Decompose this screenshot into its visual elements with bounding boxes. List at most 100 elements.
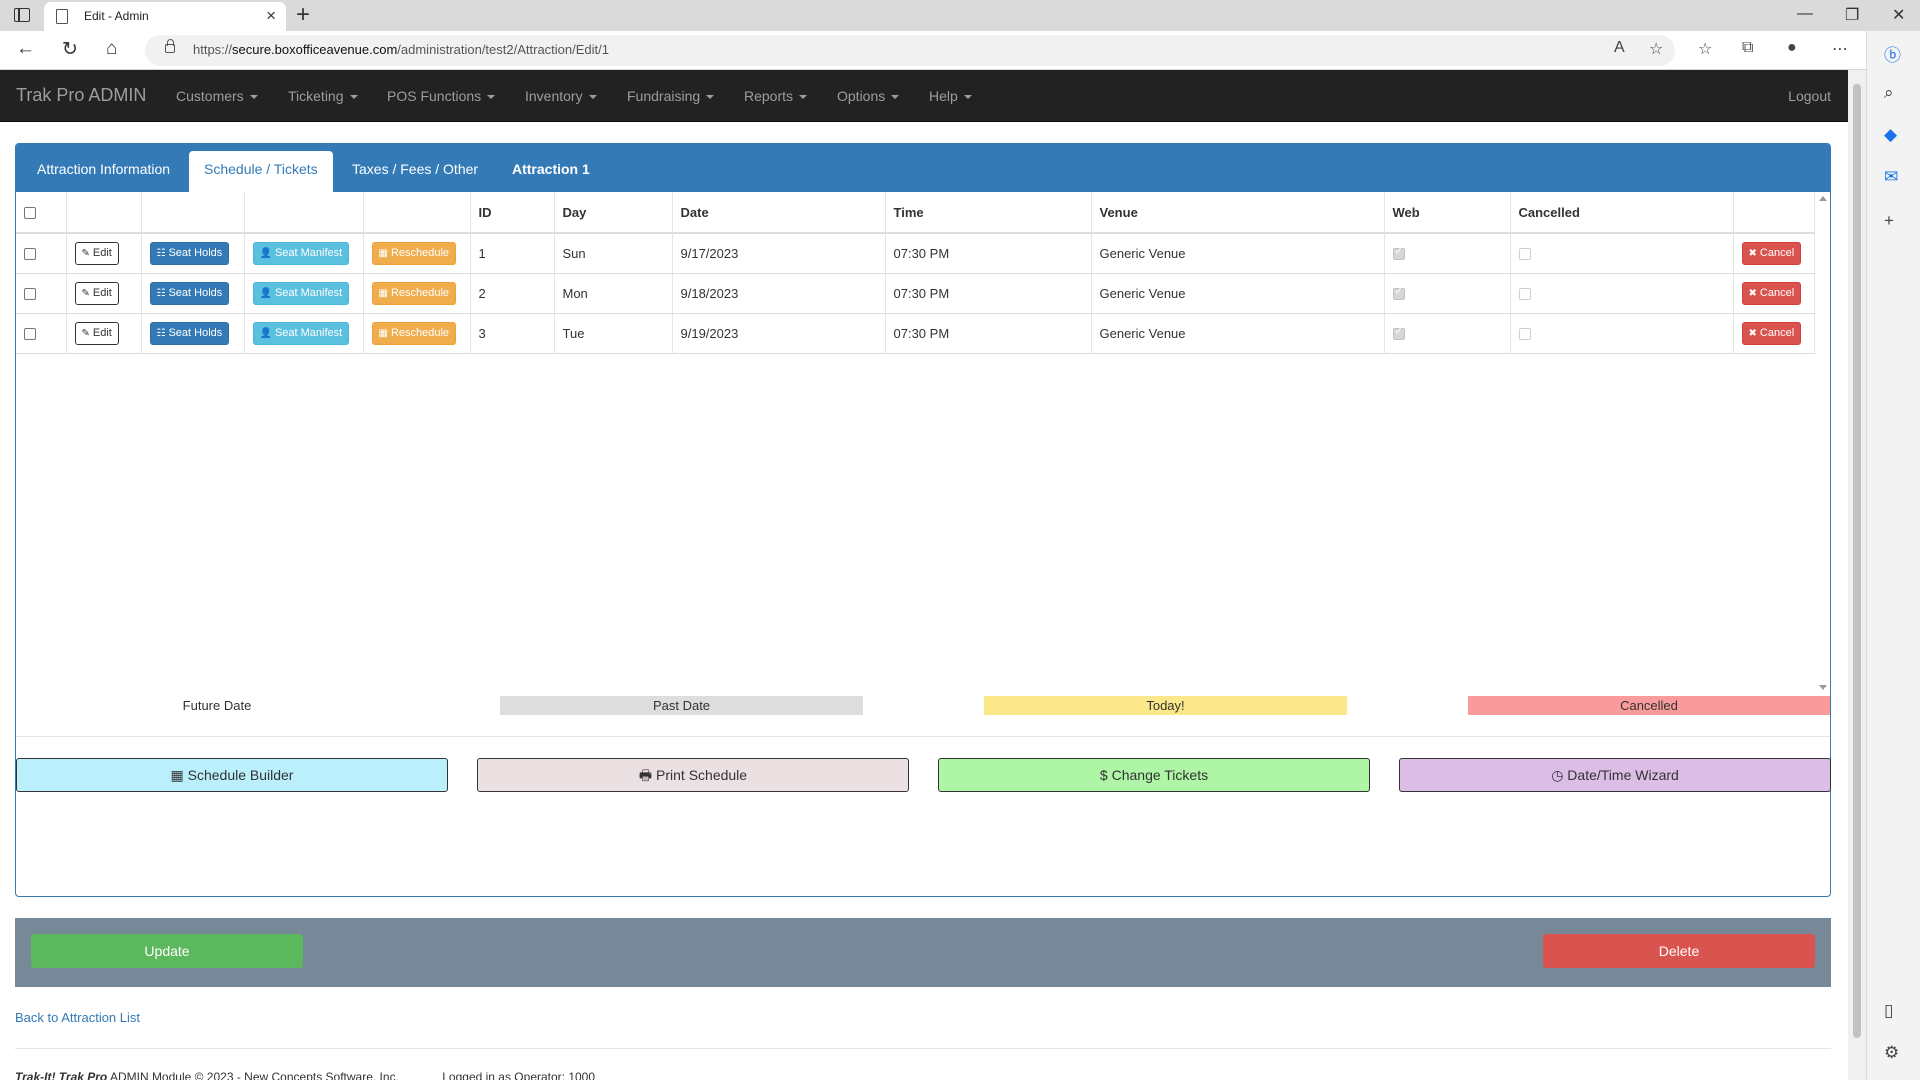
tab-actions-icon[interactable] — [14, 8, 30, 22]
home-icon[interactable]: ⌂ — [106, 38, 117, 60]
copilot-icon[interactable]: ⓑ — [1884, 41, 1901, 66]
edit-button[interactable]: ✎ Edit — [74, 241, 119, 265]
select-all-checkbox[interactable] — [24, 207, 36, 220]
add-icon[interactable]: + — [1884, 211, 1894, 231]
close-window-icon[interactable]: ✕ — [1892, 5, 1905, 25]
edit-button[interactable]: ✎ Edit — [74, 281, 119, 305]
new-tab-icon[interactable]: + — [296, 1, 310, 29]
update-button[interactable]: Update — [31, 934, 303, 968]
reschedule-button[interactable]: ▦ Reschedule — [371, 241, 457, 265]
minimize-icon[interactable]: — — [1797, 5, 1813, 23]
menu-label: Reports — [744, 88, 794, 104]
menu-ticketing[interactable]: Ticketing — [288, 88, 358, 104]
cancelled-cell — [1510, 233, 1734, 274]
menu-fundraising[interactable]: Fundraising — [627, 88, 715, 104]
menu-pos-functions[interactable]: POS Functions — [387, 88, 496, 104]
close-tab-icon[interactable]: × — [266, 6, 276, 26]
profile-icon[interactable]: ● — [1787, 39, 1797, 57]
back-icon[interactable]: ← — [16, 38, 35, 60]
tab-schedule-tickets[interactable]: Schedule / Tickets — [189, 151, 333, 192]
datetime-wizard-button[interactable]: ◷ Date/Time Wizard — [1399, 758, 1831, 792]
more-icon[interactable]: ⋯ — [1832, 39, 1848, 59]
menu-inventory[interactable]: Inventory — [525, 88, 597, 104]
back-to-attraction-list-link[interactable]: Back to Attraction List — [15, 1010, 140, 1025]
header-id[interactable]: ID — [470, 192, 555, 234]
print-schedule-button[interactable]: 🖶 Print Schedule — [477, 758, 909, 792]
user-icon: 👤 — [259, 247, 272, 259]
seat-holds-button[interactable]: ☷ Seat Holds — [149, 321, 230, 345]
url-path: /administration/test2/Attraction/Edit/1 — [397, 42, 609, 57]
browser-tab[interactable]: Edit - Admin × — [44, 2, 286, 31]
favorite-icon[interactable]: ☆ — [1649, 39, 1663, 59]
collections-icon[interactable]: ⧉ — [1742, 39, 1753, 57]
scroll-up-icon[interactable] — [1819, 196, 1827, 201]
sidebar-toggle-icon[interactable]: ▯ — [1884, 1001, 1893, 1021]
attraction-panel: Attraction Information Schedule / Ticket… — [15, 143, 1831, 897]
menu-options[interactable]: Options — [837, 88, 900, 104]
tab-attraction-information[interactable]: Attraction Information — [37, 161, 170, 177]
panel-tabs: Attraction Information Schedule / Ticket… — [16, 144, 1830, 192]
header-web[interactable]: Web — [1384, 192, 1511, 234]
cancel-cell: ✖ Cancel — [1733, 233, 1815, 274]
grid-scrollbar[interactable] — [1816, 192, 1830, 696]
edit-cell: ✎ Edit — [66, 233, 142, 274]
menu-label: Customers — [176, 88, 244, 104]
row-checkbox[interactable] — [24, 288, 36, 301]
cancel-button[interactable]: ✖ Cancel — [1741, 281, 1802, 305]
scroll-thumb[interactable] — [1853, 84, 1861, 1038]
tab-taxes-fees-other[interactable]: Taxes / Fees / Other — [352, 161, 478, 177]
legend-past-date: Past Date — [500, 696, 863, 715]
logout-link[interactable]: Logout — [1788, 88, 1831, 104]
holds-cell: ☷ Seat Holds — [141, 233, 245, 274]
seat-holds-button[interactable]: ☷ Seat Holds — [149, 241, 230, 265]
refresh-icon[interactable]: ↻ — [62, 38, 78, 61]
schedule-builder-button[interactable]: ▦ Schedule Builder — [16, 758, 448, 792]
edit-button[interactable]: ✎ Edit — [74, 321, 119, 345]
header-cancelled[interactable]: Cancelled — [1510, 192, 1734, 234]
web-cell — [1384, 273, 1511, 314]
brand[interactable]: Trak Pro ADMIN — [16, 85, 146, 106]
settings-icon[interactable]: ⚙ — [1884, 1043, 1899, 1063]
web-checkbox — [1392, 286, 1405, 301]
page-scrollbar[interactable] — [1848, 70, 1866, 1080]
menu-label: Inventory — [525, 88, 583, 104]
menu-customers[interactable]: Customers — [176, 88, 258, 104]
restore-icon[interactable]: ❐ — [1845, 5, 1859, 25]
seat-holds-label: Seat Holds — [168, 246, 223, 259]
cancel-button[interactable]: ✖ Cancel — [1741, 321, 1802, 345]
seat-manifest-button[interactable]: 👤 Seat Manifest — [252, 321, 350, 345]
header-date[interactable]: Date — [672, 192, 886, 234]
scroll-down-icon[interactable] — [1819, 685, 1827, 690]
reschedule-button[interactable]: ▦ Reschedule — [371, 321, 457, 345]
read-aloud-icon[interactable]: A — [1614, 39, 1625, 57]
favorites-icon[interactable]: ☆ — [1698, 39, 1712, 59]
menu-help[interactable]: Help — [929, 88, 972, 104]
reschedule-label: Reschedule — [390, 326, 450, 339]
cancel-label: Cancel — [1759, 286, 1795, 299]
seat-manifest-button[interactable]: 👤 Seat Manifest — [252, 241, 350, 265]
seat-holds-button[interactable]: ☷ Seat Holds — [149, 281, 230, 305]
row-select-cell — [16, 313, 67, 354]
cancel-button[interactable]: ✖ Cancel — [1741, 241, 1802, 265]
search-icon[interactable]: ⌕ — [1884, 83, 1894, 103]
change-tickets-button[interactable]: $ Change Tickets — [938, 758, 1370, 792]
header-day[interactable]: Day — [554, 192, 673, 234]
manifest-cell: 👤 Seat Manifest — [244, 233, 364, 274]
outlook-icon[interactable]: ✉ — [1884, 167, 1898, 187]
seat-manifest-button[interactable]: 👤 Seat Manifest — [252, 281, 350, 305]
url-field[interactable]: https://secure.boxofficeavenue.com/admin… — [145, 35, 1675, 66]
header-time[interactable]: Time — [885, 192, 1092, 234]
lock-icon[interactable] — [165, 39, 175, 53]
delete-button[interactable]: Delete — [1543, 934, 1815, 968]
caret-icon — [963, 95, 972, 100]
reschedule-button[interactable]: ▦ Reschedule — [371, 281, 457, 305]
seat-manifest-label: Seat Manifest — [274, 286, 343, 299]
caret-icon — [706, 95, 715, 100]
web-cell — [1384, 313, 1511, 354]
menu-reports[interactable]: Reports — [744, 88, 808, 104]
tools-icon[interactable]: ◆ — [1884, 125, 1897, 145]
row-checkbox[interactable] — [24, 248, 36, 261]
row-checkbox[interactable] — [24, 328, 36, 341]
header-venue[interactable]: Venue — [1091, 192, 1385, 234]
calendar-icon: ▦ — [378, 327, 388, 339]
